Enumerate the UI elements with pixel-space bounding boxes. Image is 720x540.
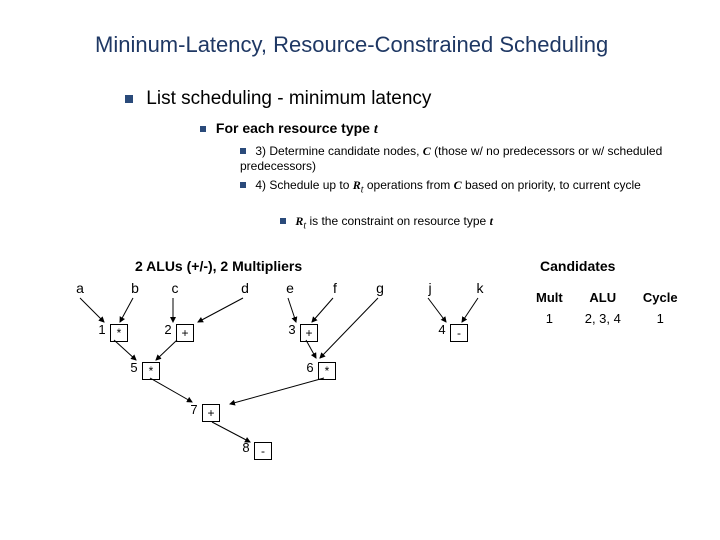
col-cycle: Cycle bbox=[633, 288, 688, 307]
bullet-level3-a: 3) Determine candidate nodes, C (those w… bbox=[240, 144, 670, 174]
var-r: R bbox=[353, 178, 361, 192]
candidates-label: Candidates bbox=[540, 258, 615, 274]
graph-edges bbox=[70, 280, 500, 520]
table-header-row: Mult ALU Cycle bbox=[526, 288, 688, 307]
var-t: t bbox=[374, 122, 378, 137]
node-8-op: - bbox=[254, 442, 272, 460]
square-bullet-icon bbox=[200, 126, 206, 132]
col-mult: Mult bbox=[526, 288, 573, 307]
square-bullet-icon bbox=[125, 95, 133, 103]
l3a-pre: 3) Determine candidate nodes, bbox=[255, 144, 422, 158]
cell-cycle: 1 bbox=[633, 309, 688, 328]
dependency-graph: a b c d e f g j k 1 bbox=[70, 280, 500, 520]
bullet-level2: For each resource type t bbox=[200, 120, 378, 138]
square-bullet-icon bbox=[280, 218, 286, 224]
node-4-op: - bbox=[450, 324, 468, 342]
node-1-op: * bbox=[110, 324, 128, 342]
node-7-op: + bbox=[202, 404, 220, 422]
l3b-mid: operations from bbox=[364, 178, 454, 192]
square-bullet-icon bbox=[240, 148, 246, 154]
l3b-pre: 4) Schedule up to bbox=[255, 178, 352, 192]
bullet-level3-b: 4) Schedule up to Rt operations from C b… bbox=[240, 178, 670, 197]
l4-mid: is the constraint on resource type bbox=[306, 214, 489, 228]
l2-text: For each resource type bbox=[216, 120, 374, 136]
cell-mult: 1 bbox=[526, 309, 573, 328]
node-6-op: * bbox=[318, 362, 336, 380]
var-c2: C bbox=[454, 178, 462, 192]
h1-text: List scheduling - minimum latency bbox=[146, 88, 431, 109]
resources-label: 2 ALUs (+/-), 2 Multipliers bbox=[135, 258, 302, 274]
table-row: 1 2, 3, 4 1 bbox=[526, 309, 688, 328]
cell-alu: 2, 3, 4 bbox=[575, 309, 631, 328]
candidates-table: Mult ALU Cycle 1 2, 3, 4 1 bbox=[524, 286, 690, 330]
slide-title: Mininum-Latency, Resource-Constrained Sc… bbox=[95, 32, 608, 58]
bullet-level1: List scheduling - minimum latency bbox=[125, 88, 431, 110]
col-alu: ALU bbox=[575, 288, 631, 307]
bullet-level4: Rt is the constraint on resource type t bbox=[280, 214, 670, 231]
node-5-op: * bbox=[142, 362, 160, 380]
var-c: C bbox=[423, 144, 431, 158]
square-bullet-icon bbox=[240, 182, 246, 188]
node-3-op: + bbox=[300, 324, 318, 342]
l3b-rest: based on priority, to current cycle bbox=[462, 178, 641, 192]
node-2-op: + bbox=[176, 324, 194, 342]
var-t2: t bbox=[490, 214, 493, 228]
